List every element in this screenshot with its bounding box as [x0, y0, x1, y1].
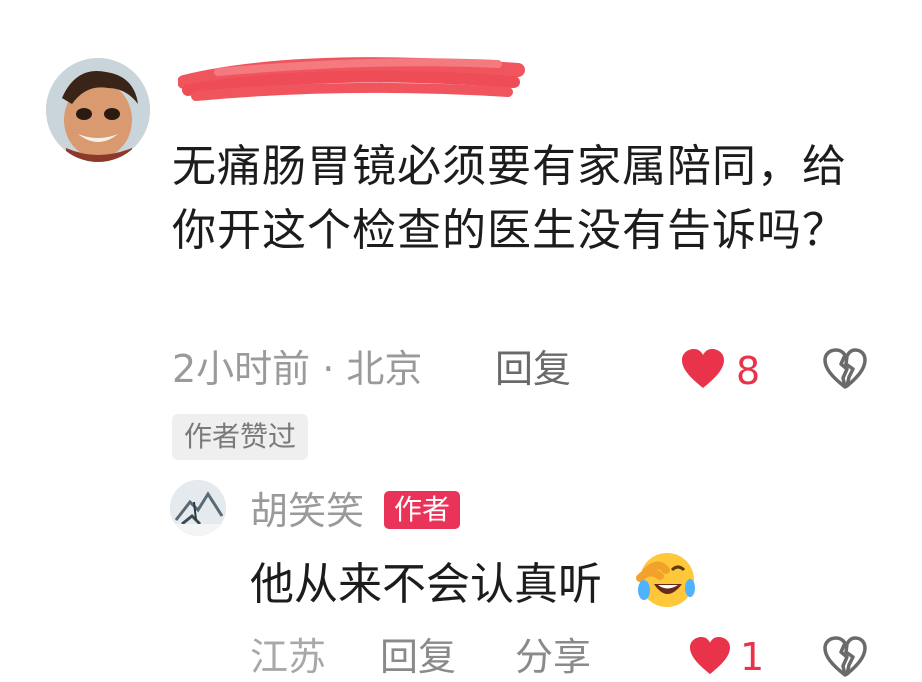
author-badge: 作者: [384, 491, 461, 529]
reply-username[interactable]: 胡笑笑: [250, 486, 364, 536]
reply-reply-button[interactable]: 回复: [380, 632, 456, 682]
reply-text: 他从来不会认真听: [250, 559, 602, 610]
heart-icon[interactable]: [688, 636, 732, 676]
reply-share-button[interactable]: 分享: [515, 632, 591, 682]
comment-time-location: 2小时前 · 北京: [172, 347, 423, 391]
broken-heart-icon[interactable]: [822, 636, 868, 678]
reply-like-count: 1: [740, 635, 765, 679]
author-liked-badge: 作者赞过: [172, 414, 309, 460]
reply-user-avatar[interactable]: [170, 480, 226, 536]
heart-icon[interactable]: [680, 348, 726, 390]
reply-location: 江苏: [250, 635, 327, 679]
reply-button[interactable]: 回复: [495, 343, 571, 395]
redacted-username: [177, 52, 528, 104]
comment-text: 无痛肠胃镜必须要有家属陪同，给你开这个检查的医生没有告诉吗？: [172, 141, 847, 256]
commenter-avatar[interactable]: [46, 58, 150, 162]
broken-heart-icon[interactable]: [822, 348, 868, 390]
laughing-crying-emoji-icon: [636, 548, 698, 610]
like-count: 8: [736, 349, 761, 393]
